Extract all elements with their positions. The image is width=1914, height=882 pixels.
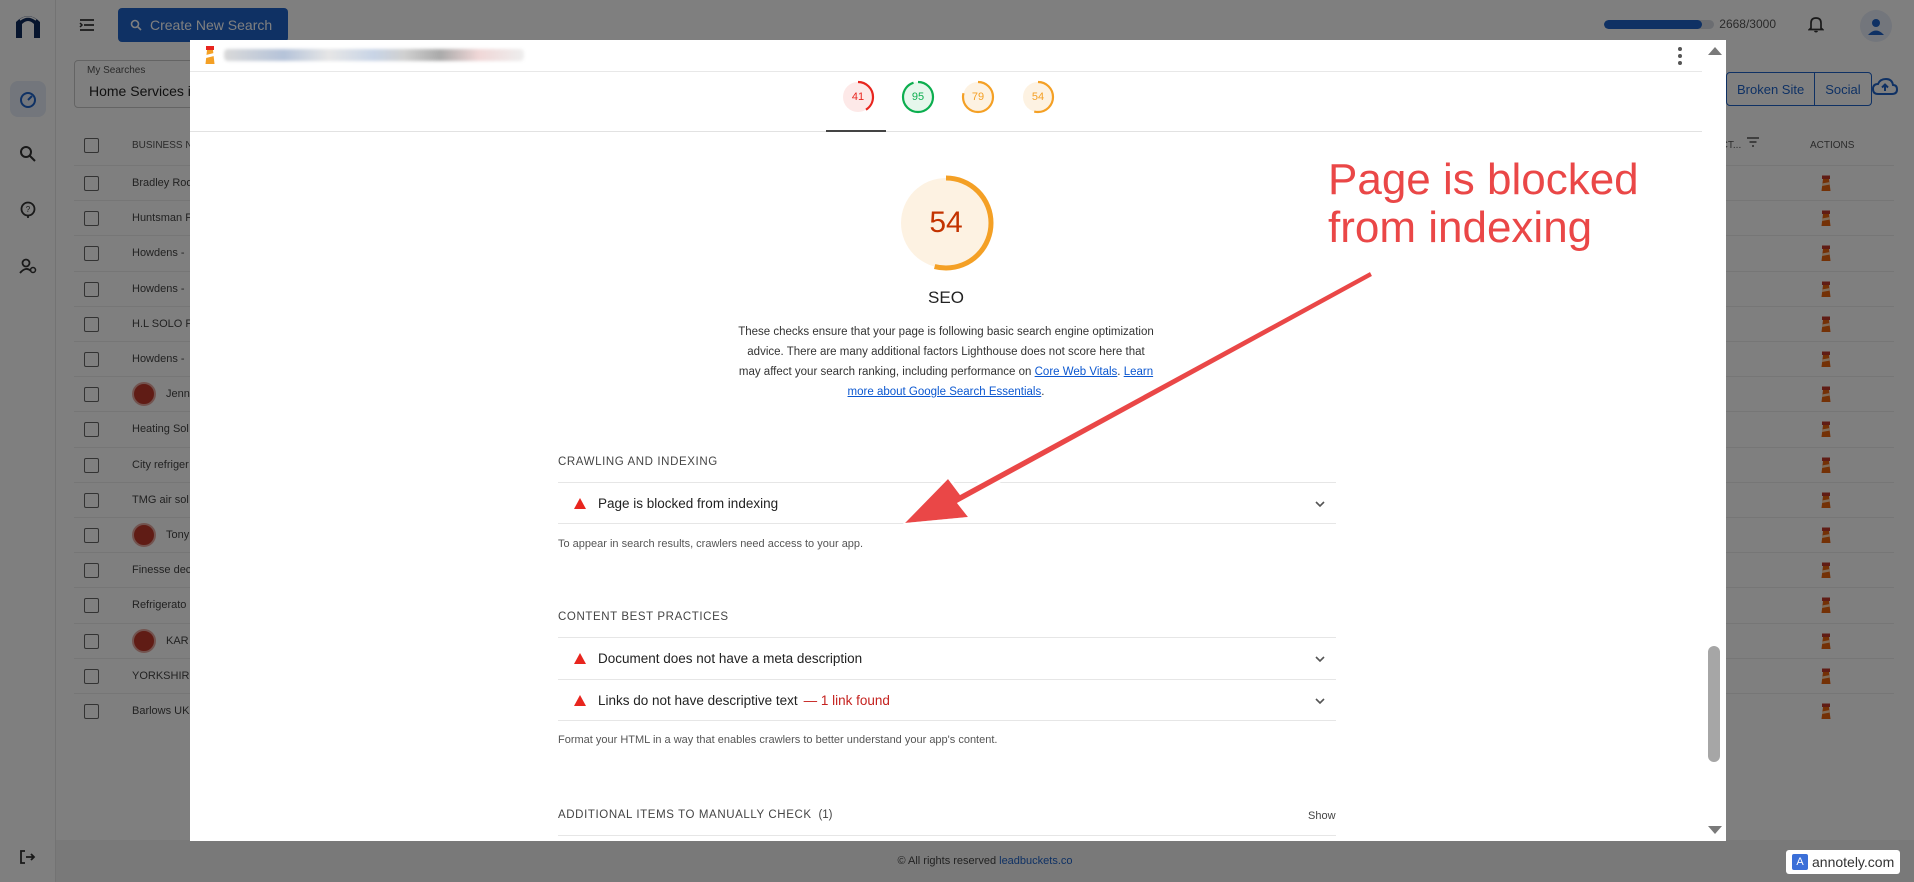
category-gauge[interactable]: 41 [841, 80, 875, 114]
content-best-practices-description: Format your HTML in a way that enables c… [558, 734, 998, 746]
fail-triangle-icon [574, 695, 586, 706]
annotely-watermark: A annotely.com [1786, 850, 1901, 874]
chevron-down-icon[interactable] [1314, 653, 1326, 665]
gauge-score: 79 [971, 91, 985, 103]
category-gauge[interactable]: 79 [961, 80, 995, 114]
gauge-score: 95 [911, 91, 925, 103]
crawling-indexing-title: CRAWLING AND INDEXING [558, 456, 718, 468]
seo-score-gauge: 54 [897, 174, 995, 272]
scrollbar-thumb[interactable] [1708, 646, 1720, 762]
report-top-bar [190, 40, 1726, 72]
manual-check-title-text: ADDITIONAL ITEMS TO MANUALLY CHECK [558, 809, 812, 821]
active-gauge-underline [826, 130, 886, 132]
audit-found-count: — 1 link found [803, 693, 890, 708]
audit-title: Document does not have a meta descriptio… [598, 651, 863, 666]
category-gauge[interactable]: 95 [901, 80, 935, 114]
chevron-down-icon[interactable] [1314, 498, 1326, 510]
more-options-icon[interactable] [1670, 46, 1690, 66]
content-best-practices-title: CONTENT BEST PRACTICES [558, 611, 729, 623]
manual-check-title: ADDITIONAL ITEMS TO MANUALLY CHECK (1) [558, 809, 833, 821]
blurred-url [224, 49, 524, 61]
audit-blocked-from-indexing[interactable]: Page is blocked from indexing [558, 482, 1336, 524]
seo-title: SEO [928, 288, 964, 307]
scroll-down-arrow-icon[interactable] [1708, 826, 1722, 834]
audit-title-text: Links do not have descriptive text [598, 693, 798, 708]
watermark-text: annotely.com [1812, 854, 1895, 870]
annotation-line-1: Page is blocked [1328, 155, 1639, 204]
annotation-line-2: from indexing [1328, 203, 1593, 252]
gauge-score: 41 [851, 91, 865, 103]
lighthouse-logo-icon [205, 46, 215, 64]
category-gauge[interactable]: 54 [1021, 80, 1055, 114]
annotation-label: Page is blocked from indexing [1328, 156, 1639, 252]
category-gauges: 41 95 79 54 [190, 72, 1702, 132]
seo-description-end: . [1041, 386, 1045, 398]
fail-triangle-icon [574, 653, 586, 664]
audit-title: Page is blocked from indexing [598, 496, 779, 511]
chevron-down-icon[interactable] [1314, 695, 1326, 707]
gauge-score: 54 [1031, 91, 1045, 103]
audit-meta-description[interactable]: Document does not have a meta descriptio… [558, 637, 1336, 679]
manual-check-count: (1) [818, 809, 833, 821]
seo-score-value: 54 [929, 206, 963, 239]
seo-description: These checks ensure that your page is fo… [736, 322, 1156, 402]
audit-descriptive-link-text[interactable]: Links do not have descriptive text — 1 li… [558, 679, 1336, 721]
fail-triangle-icon [574, 498, 586, 509]
scroll-up-arrow-icon[interactable] [1708, 47, 1722, 55]
crawling-indexing-description: To appear in search results, crawlers ne… [558, 538, 864, 550]
divider [558, 835, 1336, 836]
manual-check-show-button[interactable]: Show [1308, 810, 1336, 822]
core-web-vitals-link[interactable]: Core Web Vitals [1035, 366, 1118, 378]
audit-title: Links do not have descriptive text — 1 li… [598, 693, 890, 708]
annotely-logo-icon: A [1792, 854, 1808, 870]
